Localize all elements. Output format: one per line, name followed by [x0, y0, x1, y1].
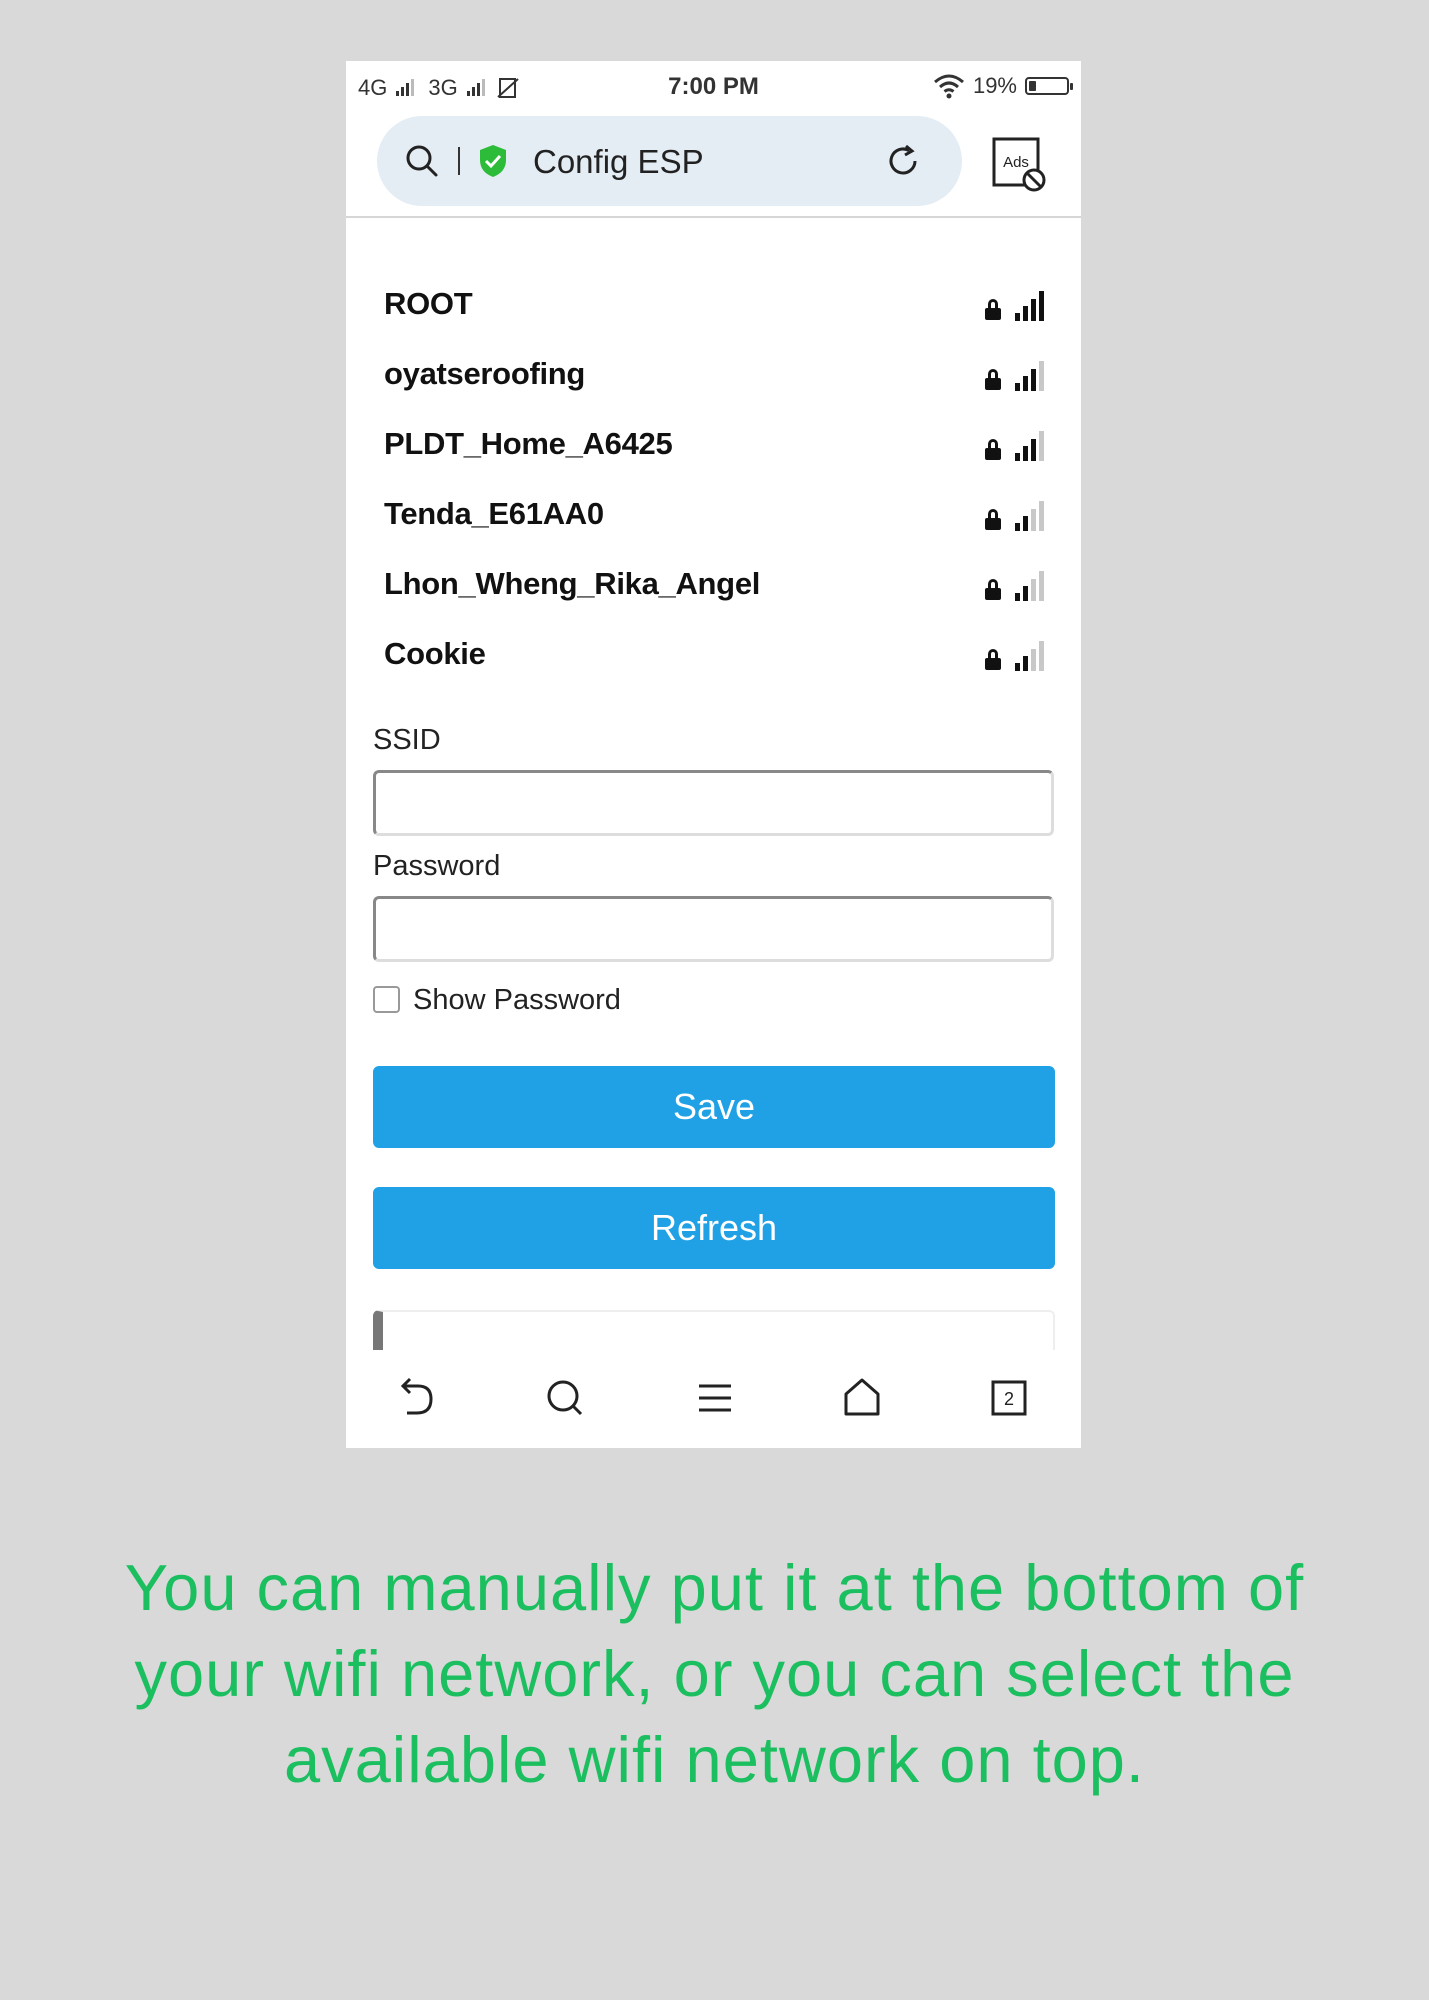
page-title[interactable]: Config ESP — [533, 143, 704, 181]
ssid-input[interactable] — [373, 770, 1054, 836]
network-meta — [985, 499, 1044, 531]
signal-bar — [1031, 299, 1036, 321]
lock-icon — [985, 649, 1001, 671]
signal-strength-icon — [1015, 429, 1044, 461]
show-password-checkbox[interactable] — [373, 986, 400, 1013]
network-ssid: Tenda_E61AA0 — [384, 496, 604, 531]
network-item[interactable]: Tenda_E61AA0 — [384, 479, 1044, 549]
separator — [458, 147, 460, 175]
bottom-nav: 2 — [346, 1350, 1081, 1448]
status-right: 19% — [933, 73, 1073, 99]
shield-check-icon — [480, 145, 506, 177]
network-meta — [985, 569, 1044, 601]
signal-bar — [1015, 593, 1020, 601]
network-meta — [985, 429, 1044, 461]
network-item[interactable]: PLDT_Home_A6425 — [384, 409, 1044, 479]
network-item[interactable]: Cookie — [384, 619, 1044, 689]
refresh-button[interactable]: Refresh — [373, 1187, 1055, 1269]
signal-bar — [1039, 571, 1044, 601]
signal-strength-icon — [1015, 569, 1044, 601]
menu-icon[interactable] — [695, 1376, 735, 1420]
signal-strength-icon — [1015, 359, 1044, 391]
signal-strength-icon — [1015, 289, 1044, 321]
signal-strength-icon — [1015, 639, 1044, 671]
signal-bar — [1023, 516, 1028, 531]
network-ssid: PLDT_Home_A6425 — [384, 426, 673, 461]
signal-bar — [1031, 439, 1036, 461]
network-item[interactable]: ROOT — [384, 269, 1044, 339]
lock-icon — [985, 579, 1001, 601]
nav-search-icon[interactable] — [545, 1376, 585, 1420]
lock-icon — [985, 299, 1001, 321]
caption-text: You can manually put it at the bottom of… — [124, 1551, 1305, 1796]
signal-bar — [1023, 656, 1028, 671]
signal-bar — [1039, 361, 1044, 391]
signal-bar — [1031, 369, 1036, 391]
network-ssid: Lhon_Wheng_Rika_Angel — [384, 566, 761, 601]
network-meta — [985, 639, 1044, 671]
battery-percent: 19% — [972, 73, 1017, 98]
divider — [346, 216, 1081, 218]
signal-bar — [1023, 446, 1028, 461]
ad-block-icon[interactable]: Ads — [992, 137, 1048, 193]
signal-bar — [1031, 509, 1036, 531]
ads-label: Ads — [1003, 154, 1029, 171]
home-icon[interactable] — [842, 1376, 882, 1420]
signal-bar — [1015, 663, 1020, 671]
address-bar[interactable]: Config ESP — [377, 116, 962, 206]
signal-bar — [1023, 306, 1028, 321]
signal-bar — [1015, 383, 1020, 391]
network-item[interactable]: Lhon_Wheng_Rika_Angel — [384, 549, 1044, 619]
network-meta — [985, 359, 1044, 391]
signal-bar — [1015, 523, 1020, 531]
signal-bar — [1023, 586, 1028, 601]
signal-strength-icon — [1015, 499, 1044, 531]
network-item[interactable]: oyatseroofing — [384, 339, 1044, 409]
signal-bar — [1039, 431, 1044, 461]
network-list: ROOT oyatseroofing PLDT_Home_A6425 Tenda_E6… — [384, 269, 1044, 689]
save-button[interactable]: Save — [373, 1066, 1055, 1148]
status-bar: 4G 3G 7:00 PM 19% — [346, 61, 1081, 113]
network-meta — [985, 289, 1044, 321]
signal-bar — [1031, 579, 1036, 601]
password-label: Password — [373, 850, 501, 882]
password-input[interactable] — [373, 896, 1054, 962]
signal-bar — [1023, 376, 1028, 391]
signal-bar — [1039, 291, 1044, 321]
lock-icon — [985, 439, 1001, 461]
wifi-icon — [933, 74, 964, 99]
reload-icon[interactable] — [885, 143, 921, 179]
network-ssid: oyatseroofing — [384, 356, 586, 391]
tabs-count: 2 — [1004, 1389, 1014, 1409]
lock-icon — [985, 509, 1001, 531]
signal-bar — [1031, 649, 1036, 671]
search-icon[interactable] — [405, 144, 439, 178]
ssid-label: SSID — [373, 724, 441, 756]
lock-icon — [985, 369, 1001, 391]
battery-icon — [1025, 77, 1073, 95]
show-password-label[interactable]: Show Password — [413, 984, 621, 1017]
network-ssid: ROOT — [384, 286, 473, 321]
signal-bar — [1039, 501, 1044, 531]
phone-screenshot: 4G 3G 7:00 PM 19% Config ESP Ads ROOT oy… — [346, 61, 1081, 1448]
tabs-icon[interactable]: 2 — [989, 1376, 1029, 1420]
network-ssid: Cookie — [384, 636, 486, 671]
signal-bar — [1039, 641, 1044, 671]
back-icon[interactable] — [398, 1376, 438, 1420]
signal-bar — [1015, 313, 1020, 321]
signal-bar — [1015, 453, 1020, 461]
